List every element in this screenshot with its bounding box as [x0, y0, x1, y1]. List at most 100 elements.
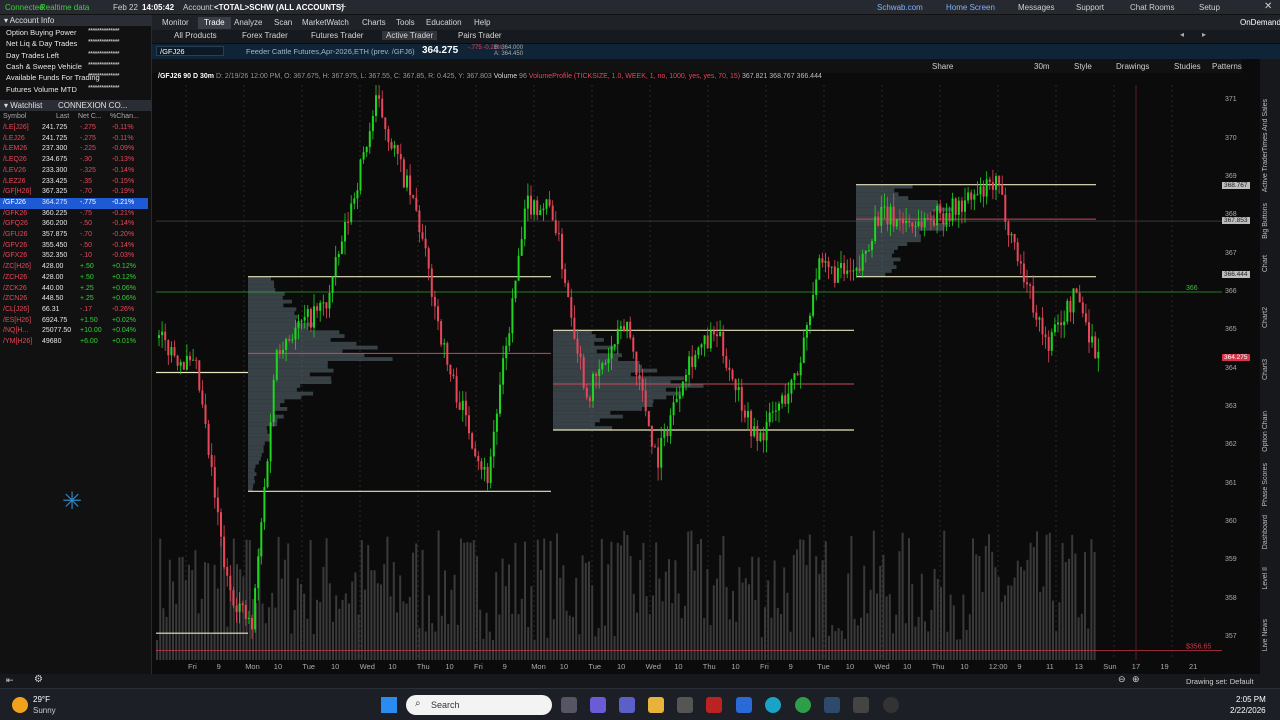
calculator-icon[interactable] — [677, 697, 693, 713]
drawing-set-label[interactable]: Drawing set: Default — [1186, 677, 1254, 686]
tab-pairs-trader[interactable]: Pairs Trader — [458, 31, 502, 40]
gadget-tab[interactable]: Option Chain — [1262, 411, 1269, 452]
tab-trade[interactable]: Trade — [198, 17, 231, 29]
watchlist-row[interactable]: /ES[H26] 6924.75 +1.50 +0.02% — [0, 316, 148, 327]
candle-body — [402, 159, 405, 188]
window-close-icon[interactable]: ✕ — [1264, 1, 1272, 12]
gadget-tab[interactable]: Times And Sales — [1262, 99, 1269, 151]
gadget-tab[interactable]: Dashboard — [1262, 515, 1269, 549]
snipping-icon[interactable] — [853, 697, 869, 713]
add-tab-button[interactable]: + — [340, 1, 346, 13]
col-pct-change[interactable]: %Chan... — [110, 113, 139, 120]
app-red-icon[interactable] — [706, 697, 722, 713]
timeframe-button[interactable]: 30m — [1034, 62, 1050, 71]
patterns-button[interactable]: Patterns — [1212, 62, 1242, 71]
expand-icon[interactable]: ⇤ — [6, 675, 14, 686]
tab-help[interactable]: Help — [468, 17, 496, 29]
tab-forex-trader[interactable]: Forex Trader — [242, 31, 288, 40]
chrome-icon[interactable] — [795, 697, 811, 713]
edge-icon[interactable] — [765, 697, 781, 713]
tab-all-products[interactable]: All Products — [174, 31, 217, 40]
taskbar-search[interactable]: ⌕ Search — [406, 695, 552, 715]
tab-scan[interactable]: Scan — [268, 17, 298, 29]
ondemand-button[interactable]: OnDemand — [1234, 17, 1280, 29]
watchlist-row[interactable]: /GFJ26 364.275 -.775 -0.21% — [0, 197, 148, 209]
watchlist-row[interactable]: /LE[J26] 241.725 -.275 -0.11% — [0, 123, 148, 134]
share-button[interactable]: Share — [932, 62, 953, 71]
watchlist-row[interactable]: /YM[H26] 49680 +6.00 +0.01% — [0, 337, 148, 348]
watchlist-row[interactable]: /LEQ26 234.675 -.30 -0.13% — [0, 155, 148, 166]
gadget-tab[interactable]: Phase Scores — [1262, 463, 1269, 507]
clock-time[interactable]: 2:05 PM — [1236, 695, 1266, 704]
clock-date[interactable]: 2/22/2026 — [1230, 706, 1266, 715]
watchlist-row[interactable]: /ZCN26 448.50 +.25 +0.06% — [0, 294, 148, 305]
media-icon[interactable] — [883, 697, 899, 713]
tab-education[interactable]: Education — [420, 17, 468, 29]
gadget-tab[interactable]: Active Trader — [1262, 151, 1269, 192]
back-icon[interactable]: ◂ — [1180, 30, 1184, 39]
watchlist-row[interactable]: /GFX26 352.350 -.10 -0.03% — [0, 251, 148, 262]
copilot-icon[interactable] — [590, 697, 606, 713]
symbol-input[interactable]: /GFJ26 — [156, 46, 224, 56]
gadget-tab[interactable]: Chart — [1262, 255, 1269, 272]
zoom-out-icon[interactable]: ⊖ — [1118, 674, 1126, 685]
watchlist-row[interactable]: /LEV26 233.300 -.325 -0.14% — [0, 166, 148, 177]
account-info-header[interactable]: ▾ Account Info — [0, 15, 152, 26]
watchlist-row[interactable]: /GFU26 357.875 -.70 -0.20% — [0, 230, 148, 241]
col-net-change[interactable]: Net C... — [78, 113, 102, 120]
watchlist-row[interactable]: /GFQ26 360.200 -.50 -0.14% — [0, 219, 148, 230]
weather-temp[interactable]: 29°F — [33, 695, 50, 704]
mail-icon[interactable] — [736, 697, 752, 713]
watchlist-row[interactable]: /GF[H26] 367.325 -.70 -0.19% — [0, 187, 148, 198]
tab-analyze[interactable]: Analyze — [228, 17, 268, 29]
col-last[interactable]: Last — [56, 113, 69, 120]
chat-rooms-link[interactable]: Chat Rooms — [1130, 3, 1174, 12]
style-button[interactable]: Style — [1074, 62, 1092, 71]
zoom-in-icon[interactable]: ⊕ — [1132, 674, 1140, 685]
gadget-tab[interactable]: Level II — [1262, 567, 1269, 590]
price-chart[interactable]: 366 $356.65 — [156, 85, 1222, 660]
schwab-link[interactable]: Schwab.com — [877, 3, 923, 12]
watchlist-row[interactable]: /LEM26 237.300 -.225 -0.09% — [0, 144, 148, 155]
watchlist-row[interactable]: /ZCK26 440.00 +.25 +0.06% — [0, 284, 148, 295]
watchlist-row[interactable]: /LEZ26 233.425 -.35 -0.15% — [0, 177, 148, 188]
file-explorer-icon[interactable] — [648, 697, 664, 713]
gadget-tab[interactable]: Live News — [1262, 619, 1269, 651]
watchlist-row[interactable]: /LEJ26 241.725 -.275 -0.11% — [0, 134, 148, 145]
task-view-icon[interactable] — [561, 697, 577, 713]
tab-monitor[interactable]: Monitor — [156, 17, 195, 29]
teams-icon[interactable] — [619, 697, 635, 713]
messages-link[interactable]: Messages — [1018, 3, 1054, 12]
watchlist-name[interactable]: CONNEXION CO... — [58, 101, 127, 110]
account-selector[interactable]: <TOTAL>SCHW (ALL ACCOUNTS) — [214, 3, 344, 12]
watchlist-row[interactable]: /ZC[H26] 428.00 +.50 +0.12% — [0, 262, 148, 273]
weather-icon[interactable] — [12, 697, 28, 713]
col-symbol[interactable]: Symbol — [3, 113, 26, 120]
thinkorswim-icon[interactable] — [824, 697, 840, 713]
tab-tools[interactable]: Tools — [390, 17, 421, 29]
tab-futures-trader[interactable]: Futures Trader — [311, 31, 363, 40]
support-link[interactable]: Support — [1076, 3, 1104, 12]
watchlist-row[interactable]: /GFV26 355.450 -.50 -0.14% — [0, 241, 148, 252]
tab-active-trader[interactable]: Active Trader — [382, 31, 438, 40]
chart-symbol-period[interactable]: /GFJ26 90 D 30m — [158, 73, 214, 80]
home-screen-link[interactable]: Home Screen — [946, 3, 995, 12]
watchlist-header[interactable]: ▾ Watchlist CONNEXION CO... — [0, 100, 152, 111]
gadget-tab[interactable]: Chart3 — [1262, 359, 1269, 380]
watchlist-row[interactable]: /GFK26 360.225 -.75 -0.21% — [0, 209, 148, 220]
drawings-button[interactable]: Drawings — [1116, 62, 1149, 71]
watchlist-row[interactable]: /NQ[H... 25077.50 +10.00 +0.04% — [0, 326, 148, 337]
gadget-tab[interactable]: Big Buttons — [1262, 203, 1269, 239]
watchlist-row[interactable]: /CL[J26] 66.31 -.17 -0.26% — [0, 305, 148, 316]
tab-charts[interactable]: Charts — [356, 17, 392, 29]
price-axis[interactable]: 371 370 369 368 367 366 365 364 363 362 361 360 359 3… — [1222, 85, 1258, 660]
setup-link[interactable]: Setup — [1199, 3, 1220, 12]
settings-gear-icon[interactable]: ⚙ — [34, 674, 43, 685]
start-button[interactable] — [381, 697, 397, 713]
gadget-tab[interactable]: Chart2 — [1262, 307, 1269, 328]
time-axis[interactable]: Fri 9 Mon 10 Tue 10 Wed 10 Thu 10 Fri 9 Mon 10 Tue 10 We… — [156, 660, 1222, 674]
studies-button[interactable]: Studies — [1174, 62, 1201, 71]
watchlist-row[interactable]: /ZCH26 428.00 +.50 +0.12% — [0, 273, 148, 284]
tab-marketwatch[interactable]: MarketWatch — [296, 17, 355, 29]
forward-icon[interactable]: ▸ — [1202, 30, 1206, 39]
